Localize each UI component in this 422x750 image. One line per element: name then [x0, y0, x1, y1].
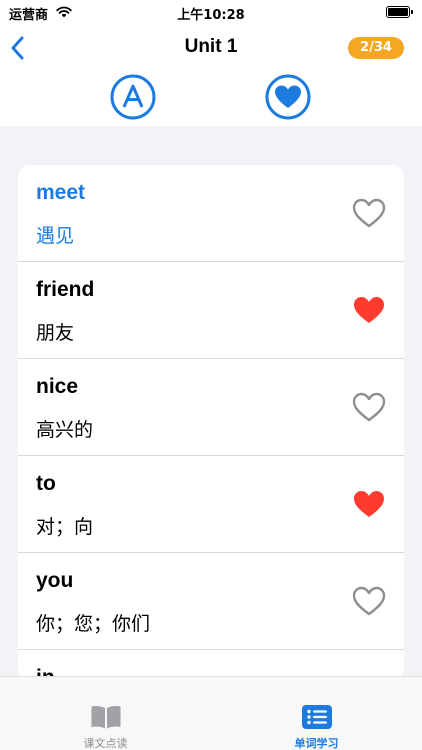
list-item-nice[interactable]: nice 高兴的	[18, 359, 404, 456]
list-item-meet[interactable]: meet 遇见	[18, 165, 404, 262]
word-chinese: 遇见	[36, 225, 75, 247]
list-item-friend[interactable]: friend 朋友	[18, 262, 404, 359]
mode-bar	[0, 70, 422, 126]
list-item-to[interactable]: to 对；向	[18, 456, 404, 553]
word-english: you	[36, 569, 74, 592]
heart-outline-icon[interactable]	[351, 196, 387, 230]
heart-circle-icon[interactable]	[265, 74, 311, 120]
word-chinese: 朋友	[36, 322, 75, 344]
word-english: friend	[36, 278, 95, 301]
progress-badge: 2/34	[348, 37, 404, 59]
status-time: 上午10:28	[177, 8, 245, 23]
heart-filled-icon[interactable]	[351, 293, 387, 327]
heart-filled-icon[interactable]	[351, 487, 387, 521]
battery-icon	[386, 6, 413, 18]
list-item-you[interactable]: you 你；您；你们	[18, 553, 404, 650]
word-english: meet	[36, 181, 86, 204]
navigation-bar: Unit 1 2/34	[0, 26, 422, 70]
word-chinese: 高兴的	[36, 419, 94, 441]
word-english: to	[36, 472, 56, 495]
word-chinese: 对；向	[36, 516, 94, 538]
list-icon	[302, 705, 332, 729]
book-icon	[91, 706, 121, 729]
word-english: nice	[36, 375, 79, 398]
heart-outline-icon[interactable]	[351, 584, 387, 618]
word-list: meet 遇见 friend 朋友 nice 高兴的 to 对；向 you 你；…	[18, 165, 404, 680]
letter-a-circle-icon[interactable]	[110, 74, 156, 120]
tab-label: 单词学习	[294, 737, 339, 750]
status-bar: 运营商 上午10:28	[0, 0, 422, 26]
word-chinese: 你；您；你们	[36, 613, 151, 635]
tab-text-reading[interactable]: 课文点读	[0, 677, 211, 750]
tab-bar: 课文点读 单词学习	[0, 676, 422, 750]
heart-outline-icon[interactable]	[351, 390, 387, 424]
tab-word-study[interactable]: 单词学习	[211, 677, 422, 750]
tab-label: 课文点读	[83, 737, 128, 750]
